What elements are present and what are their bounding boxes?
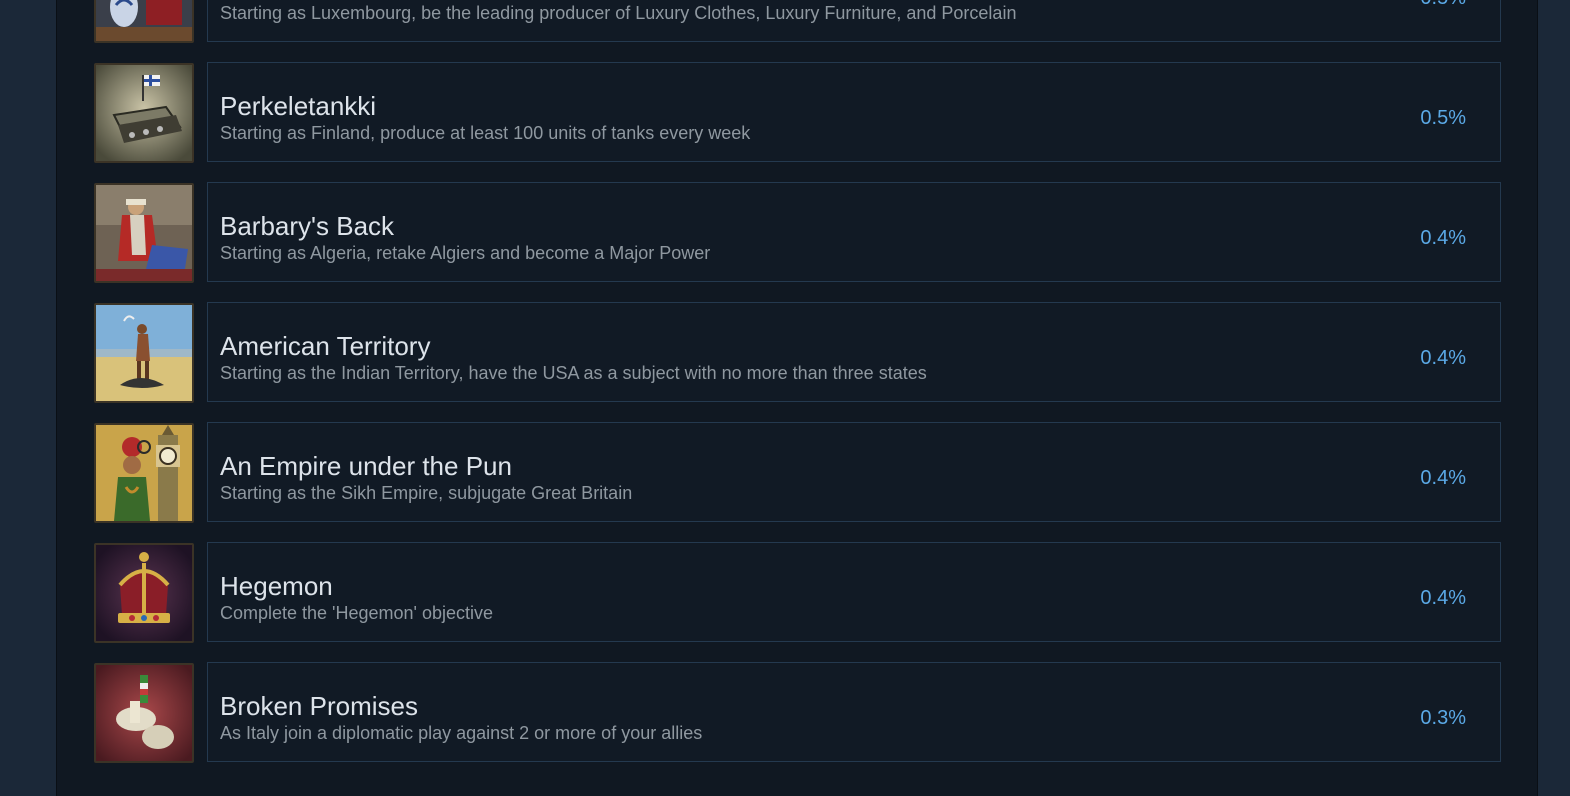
achievement-unlock-percent: 0.4% [1420, 347, 1466, 369]
big-ben-icon [94, 423, 194, 523]
achievement-title: An Empire under the Pun [220, 451, 512, 481]
achievement-row: Barbary's Back Starting as Algeria, reta… [94, 182, 1502, 283]
achievement-title: American Territory [220, 331, 431, 361]
achievement-card[interactable]: Broken Promises As Italy join a diplomat… [207, 662, 1501, 762]
achievement-description: Starting as the Indian Territory, have t… [220, 363, 927, 383]
achievement-card[interactable]: Barbary's Back Starting as Algeria, reta… [207, 182, 1501, 282]
standing-warrior-icon [94, 303, 194, 403]
achievement-title: Broken Promises [220, 691, 418, 721]
achievement-card[interactable]: American Territory Starting as the India… [207, 302, 1501, 402]
achievement-unlock-percent: 0.4% [1420, 467, 1466, 489]
achievement-unlock-percent: 0.3% [1420, 707, 1466, 729]
achievement-unlock-percent: 0.4% [1420, 227, 1466, 249]
achievement-unlock-percent: 0.5% [1420, 107, 1466, 129]
crown-icon [94, 543, 194, 643]
achievement-title: Perkeletankki [220, 91, 377, 121]
achievement-card[interactable]: Perkeletankki Starting as Finland, produ… [207, 62, 1501, 162]
achievement-card[interactable]: An Empire under the Pun Starting as the … [207, 422, 1501, 522]
seated-figure-icon [94, 183, 194, 283]
porcelain-furniture-icon [94, 0, 194, 43]
achievement-row: Starting as Luxembourg, be the leading p… [94, 0, 1502, 43]
achievement-description: As Italy join a diplomatic play against … [220, 723, 703, 743]
achievement-description: Starting as Luxembourg, be the leading p… [220, 3, 1017, 23]
achievement-row: American Territory Starting as the India… [94, 302, 1502, 403]
tank-icon [94, 63, 194, 163]
achievement-row: Broken Promises As Italy join a diplomat… [94, 662, 1502, 763]
achievement-description: Starting as the Sikh Empire, subjugate G… [220, 483, 633, 503]
broken-chess-piece-icon [94, 663, 194, 763]
achievement-unlock-percent: 0.5% [1420, 0, 1466, 10]
achievement-card[interactable]: Hegemon Complete the 'Hegemon' objective… [207, 542, 1501, 642]
achievement-title: Hegemon [220, 571, 333, 601]
achievement-unlock-percent: 0.4% [1420, 587, 1466, 609]
achievement-description: Starting as Finland, produce at least 10… [220, 123, 751, 143]
achievement-row: Perkeletankki Starting as Finland, produ… [94, 62, 1502, 163]
achievement-description: Starting as Algeria, retake Algiers and … [220, 243, 711, 263]
achievement-row: An Empire under the Pun Starting as the … [94, 422, 1502, 523]
achievement-row: Hegemon Complete the 'Hegemon' objective… [94, 542, 1502, 643]
achievements-panel: Starting as Luxembourg, be the leading p… [56, 0, 1538, 796]
achievement-description: Complete the 'Hegemon' objective [220, 603, 494, 623]
achievement-card[interactable]: Starting as Luxembourg, be the leading p… [207, 0, 1501, 42]
achievement-title: Barbary's Back [220, 211, 395, 241]
